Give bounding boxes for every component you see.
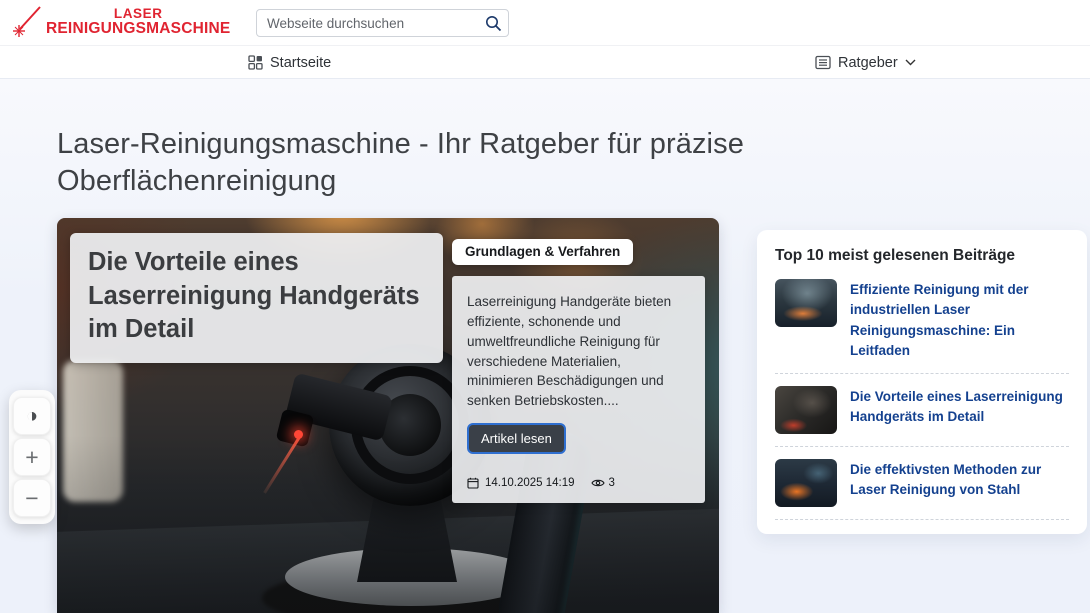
site-logo-text: LASER REINIGUNGSMASCHINE: [46, 7, 230, 37]
hero-title-box: Die Vorteile eines Laserreinigung Handge…: [70, 233, 443, 363]
article-link-label: Die Vorteile eines Laserreinigung Handge…: [850, 386, 1069, 428]
page-title: Laser-Reinigungsmaschine - Ihr Ratgeber …: [57, 126, 857, 200]
dashed-divider: [775, 373, 1069, 374]
accessibility-toolbar: ◑ + −: [9, 390, 55, 524]
nav-item-startseite[interactable]: Startseite: [248, 46, 331, 79]
article-thumbnail: [775, 459, 837, 507]
dashed-divider: [775, 446, 1069, 447]
contrast-icon: ◑: [26, 405, 38, 427]
sidebar-title: Top 10 meist gelesenen Beiträge: [775, 247, 1069, 265]
site-search: [256, 9, 509, 37]
hero-article-title: Die Vorteile eines Laserreinigung Handge…: [88, 246, 425, 347]
search-button[interactable]: [478, 10, 508, 36]
hero-excerpt-text: Laserreinigung Handgeräte bieten effizie…: [467, 292, 690, 411]
laser-beam-icon: [10, 3, 44, 41]
main-nav: Startseite Ratgeber: [0, 46, 1090, 79]
minus-icon: −: [25, 485, 38, 511]
grid-icon: [248, 55, 263, 70]
calendar-icon: [467, 477, 479, 489]
featured-article-card: Die Vorteile eines Laserreinigung Handge…: [57, 218, 719, 613]
contrast-toggle-button[interactable]: ◑: [13, 397, 51, 435]
nav-startseite-label: Startseite: [270, 55, 331, 71]
top-articles-sidebar: Top 10 meist gelesenen Beiträge Effizien…: [757, 230, 1087, 534]
eye-icon: [591, 478, 605, 488]
page: LASER REINIGUNGSMASCHINE: [0, 0, 1090, 613]
sidebar-article-1[interactable]: Effiziente Reinigung mit der industriell…: [775, 279, 1069, 361]
site-logo[interactable]: LASER REINIGUNGSMASCHINE: [10, 3, 230, 41]
publish-date: 14.10.2025 14:19: [485, 477, 575, 489]
font-increase-button[interactable]: +: [13, 438, 51, 476]
article-thumbnail: [775, 279, 837, 327]
sidebar-article-3[interactable]: Die effektivsten Methoden zur Laser Rein…: [775, 459, 1069, 507]
read-article-button[interactable]: Artikel lesen: [467, 423, 566, 454]
top-header: LASER REINIGUNGSMASCHINE: [0, 0, 1090, 46]
nav-ratgeber-label: Ratgeber: [838, 55, 898, 71]
views-group: 3: [591, 477, 615, 489]
nav-item-ratgeber[interactable]: Ratgeber: [815, 46, 916, 79]
article-thumbnail: [775, 386, 837, 434]
hero-meta: 14.10.2025 14:19 3: [467, 477, 690, 489]
search-input[interactable]: [257, 16, 478, 31]
logo-line-2: REINIGUNGSMASCHINE: [46, 21, 230, 37]
article-icon: [815, 55, 831, 70]
font-decrease-button[interactable]: −: [13, 479, 51, 517]
dashed-divider: [775, 519, 1069, 520]
article-link-label: Die effektivsten Methoden zur Laser Rein…: [850, 459, 1069, 501]
article-link-label: Effiziente Reinigung mit der industriell…: [850, 279, 1069, 361]
sidebar-article-2[interactable]: Die Vorteile eines Laserreinigung Handge…: [775, 386, 1069, 434]
category-badge[interactable]: Grundlagen & Verfahren: [452, 239, 633, 265]
chevron-down-icon: [905, 59, 916, 66]
logo-line-1: LASER: [46, 7, 230, 21]
hero-excerpt-card: Laserreinigung Handgeräte bieten effizie…: [452, 276, 705, 503]
search-icon: [485, 15, 502, 32]
view-count: 3: [609, 477, 615, 489]
plus-icon: +: [25, 444, 38, 470]
